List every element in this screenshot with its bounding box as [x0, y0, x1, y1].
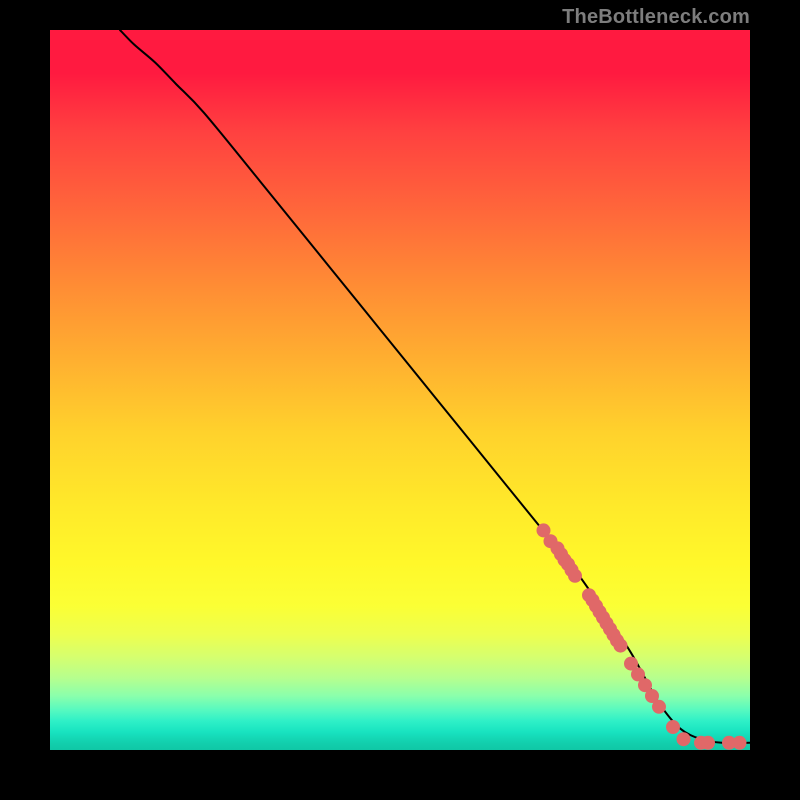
chart-svg	[50, 30, 750, 750]
watermark-text: TheBottleneck.com	[562, 6, 750, 29]
marker-point	[614, 639, 628, 653]
marker-point	[568, 569, 582, 583]
marker-point	[733, 736, 747, 750]
plot-area	[50, 30, 750, 750]
marker-point	[677, 732, 691, 746]
marker-point	[652, 700, 666, 714]
marker-point	[666, 720, 680, 734]
marker-group	[537, 523, 747, 749]
marker-point	[701, 736, 715, 750]
chart-stage: TheBottleneck.com	[0, 0, 800, 800]
main-curve	[120, 30, 750, 743]
